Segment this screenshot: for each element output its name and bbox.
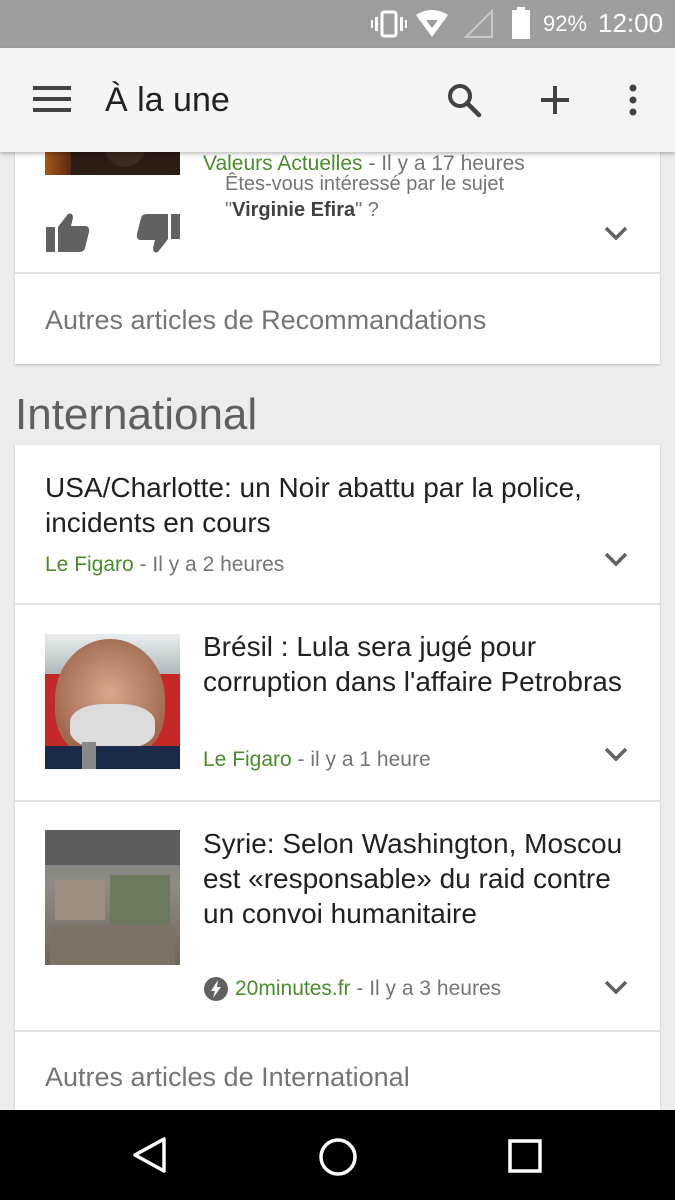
article-thumbnail[interactable] <box>45 152 180 175</box>
back-icon[interactable] <box>131 1136 169 1174</box>
article-meta: Le Figaro - il y a 1 heure <box>203 748 431 772</box>
chevron-down-icon[interactable] <box>604 980 628 996</box>
divider <box>15 1030 660 1032</box>
recents-icon[interactable] <box>507 1138 543 1174</box>
interest-question-prefix: Êtes-vous intéressé par le sujet <box>225 173 505 195</box>
article-headline[interactable]: USA/Charlotte: un Noir abattu par la pol… <box>45 470 635 540</box>
recommendations-card: Valeurs Actuelles - Il y a 17 heures Ête… <box>15 152 660 364</box>
status-bar: 92% 12:00 <box>0 0 675 48</box>
article-headline[interactable]: Syrie: Selon Washington, Moscou est «res… <box>203 826 633 931</box>
add-icon[interactable] <box>539 84 571 116</box>
article-time: - Il y a 3 heures <box>350 977 502 1000</box>
news-feed[interactable]: Valeurs Actuelles - Il y a 17 heures Ête… <box>0 152 675 1110</box>
article-meta: Le Figaro - Il y a 2 heures <box>45 553 284 577</box>
home-icon[interactable] <box>318 1137 358 1177</box>
article-meta: 20minutes.fr - Il y a 3 heures <box>203 977 501 1001</box>
more-options-icon[interactable] <box>627 83 639 117</box>
article-source[interactable]: 20minutes.fr <box>235 977 351 1000</box>
section-title-international: International <box>15 390 258 439</box>
international-card: USA/Charlotte: un Noir abattu par la pol… <box>15 445 660 1110</box>
article-thumbnail[interactable] <box>45 634 180 769</box>
article-item[interactable]: Brésil : Lula sera jugé pour corruption … <box>15 605 660 800</box>
article-time: - il y a 1 heure <box>291 748 431 771</box>
wifi-icon <box>416 10 448 37</box>
article-item[interactable]: USA/Charlotte: un Noir abattu par la pol… <box>15 445 660 603</box>
search-icon[interactable] <box>446 82 482 118</box>
amp-bolt-icon <box>204 977 228 1001</box>
more-international-link[interactable]: Autres articles de International <box>45 1062 410 1093</box>
article-headline[interactable]: Brésil : Lula sera jugé pour corruption … <box>203 629 633 699</box>
divider <box>15 272 660 274</box>
system-nav-bar <box>0 1110 675 1200</box>
battery-icon <box>512 7 530 39</box>
article-item[interactable]: Syrie: Selon Washington, Moscou est «res… <box>15 802 660 1030</box>
article-thumbnail[interactable] <box>45 830 180 965</box>
article-source[interactable]: Le Figaro <box>45 553 134 576</box>
app-bar: À la une <box>0 48 675 152</box>
article-source[interactable]: Le Figaro <box>203 748 292 771</box>
menu-icon[interactable] <box>33 85 71 113</box>
interest-question-suffix: " ? <box>355 199 379 221</box>
vibrate-icon <box>371 10 407 38</box>
chevron-down-icon[interactable] <box>604 552 628 568</box>
article-time: - Il y a 2 heures <box>133 553 285 576</box>
thumbs-down-icon[interactable] <box>136 214 180 254</box>
cell-signal-icon <box>464 9 493 38</box>
chevron-down-icon[interactable] <box>604 226 628 242</box>
interest-topic: Virginie Efira <box>232 199 356 221</box>
more-recommendations-link[interactable]: Autres articles de Recommandations <box>45 305 486 336</box>
interest-question: Êtes-vous intéressé par le sujet "Virgin… <box>225 171 504 223</box>
chevron-down-icon[interactable] <box>604 747 628 763</box>
thumbs-up-icon[interactable] <box>46 212 90 252</box>
clock: 12:00 <box>598 8 664 38</box>
page-title: À la une <box>105 81 230 119</box>
battery-percent: 92% <box>543 11 588 36</box>
